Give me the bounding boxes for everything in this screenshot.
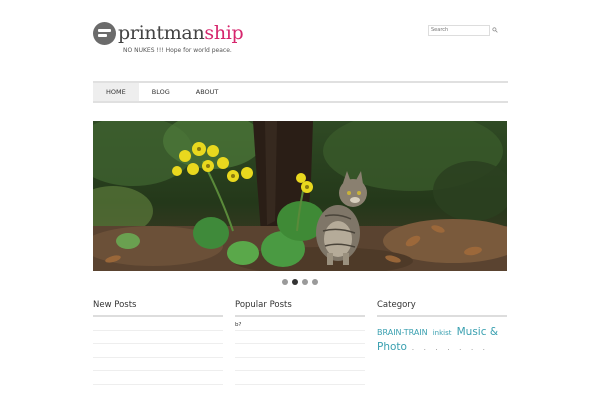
category-widget: Category BRAIN-TRAIN inkist Music & Phot… xyxy=(377,300,507,355)
list-item[interactable]: b? xyxy=(235,317,365,331)
new-posts-widget: New Posts xyxy=(93,300,223,385)
hero-slider-image[interactable] xyxy=(93,121,507,271)
logo-text: printmanship xyxy=(118,22,244,45)
search-input[interactable] xyxy=(428,24,490,36)
new-posts-title: New Posts xyxy=(93,300,223,317)
category-title: Category xyxy=(377,300,507,317)
slider-dot-3[interactable] xyxy=(302,279,308,285)
new-posts-list xyxy=(93,317,223,385)
category-tag-cloud: BRAIN-TRAIN inkist Music & Photo . . . .… xyxy=(377,324,507,355)
list-item[interactable] xyxy=(235,358,365,371)
list-item[interactable] xyxy=(93,331,223,344)
slider-dot-4[interactable] xyxy=(312,279,318,285)
nav-item-home[interactable]: HOME xyxy=(93,83,139,101)
logo-text-right: ship xyxy=(204,22,244,44)
tag-link[interactable]: BRAIN-TRAIN xyxy=(377,328,428,337)
list-item[interactable] xyxy=(235,371,365,385)
popular-posts-list: b? xyxy=(235,317,365,385)
site-header: printmanship NO NUKES !!! Hope for world… xyxy=(93,20,508,60)
tag-overflow-dots: . . . . . . . xyxy=(412,345,489,352)
site-tagline: NO NUKES !!! Hope for world peace. xyxy=(123,47,232,54)
nav-item-blog[interactable]: BLOG xyxy=(139,83,183,101)
nav-item-about[interactable]: ABOUT xyxy=(183,83,232,101)
logo-text-left: printman xyxy=(118,22,205,44)
slider-dot-1[interactable] xyxy=(282,279,288,285)
site-logo[interactable]: printmanship xyxy=(93,22,244,45)
list-item[interactable] xyxy=(235,344,365,358)
list-item[interactable] xyxy=(93,358,223,371)
list-item[interactable] xyxy=(93,371,223,385)
slider-pagination xyxy=(282,279,318,285)
list-item[interactable] xyxy=(93,317,223,331)
popular-posts-title: Popular Posts xyxy=(235,300,365,317)
search-icon[interactable] xyxy=(492,26,498,34)
slider-dot-2[interactable] xyxy=(292,279,298,285)
search-form xyxy=(428,24,498,36)
main-nav: HOME BLOG ABOUT xyxy=(93,81,508,103)
list-item[interactable] xyxy=(93,344,223,358)
logo-p-icon xyxy=(93,22,116,45)
tag-link[interactable]: inkist xyxy=(433,329,452,337)
list-item[interactable] xyxy=(235,331,365,344)
popular-posts-widget: Popular Posts b? xyxy=(235,300,365,385)
